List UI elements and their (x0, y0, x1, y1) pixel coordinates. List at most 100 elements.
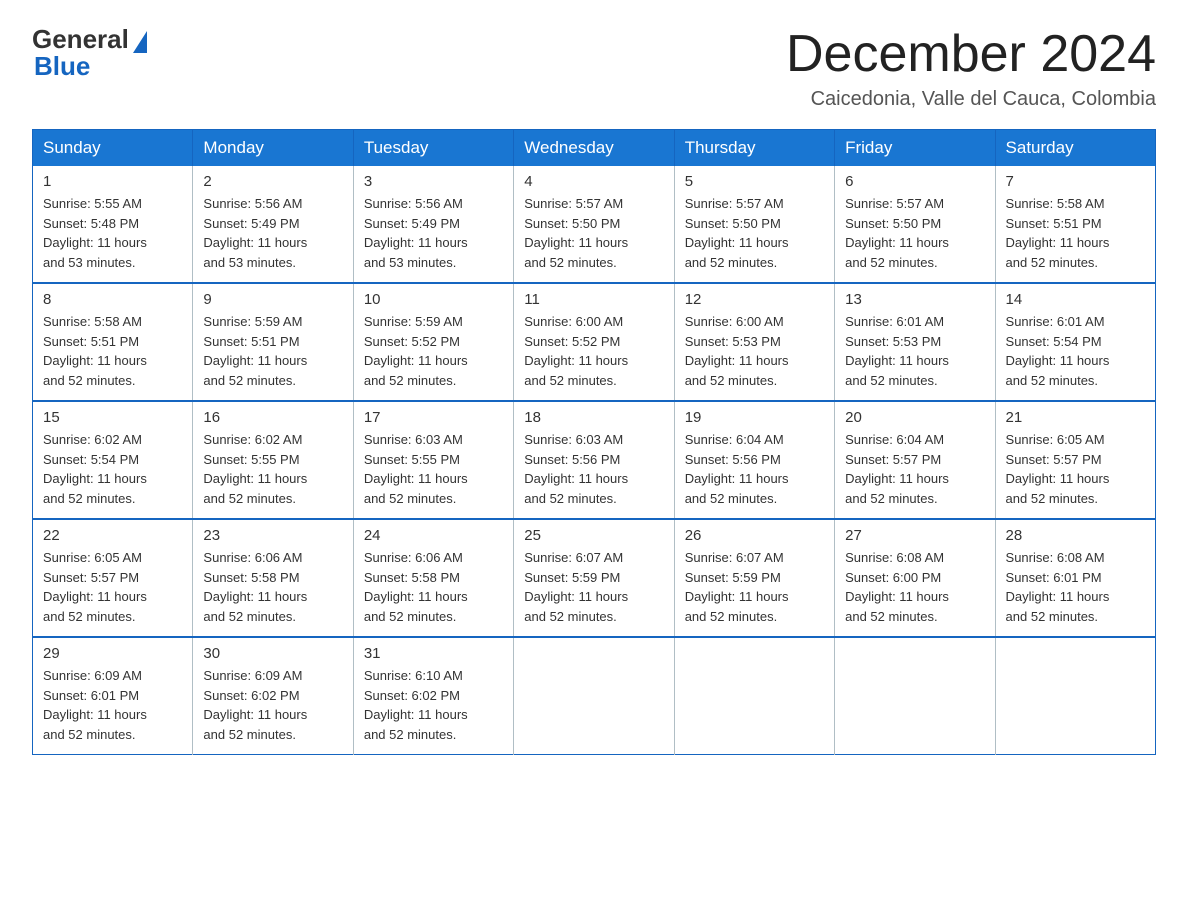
day-info: Sunrise: 5:56 AM Sunset: 5:49 PM Dayligh… (203, 194, 342, 272)
calendar-cell: 15 Sunrise: 6:02 AM Sunset: 5:54 PM Dayl… (33, 401, 193, 519)
day-info: Sunrise: 6:09 AM Sunset: 6:02 PM Dayligh… (203, 666, 342, 744)
day-number: 18 (524, 409, 663, 426)
weekday-header-friday: Friday (835, 130, 995, 167)
calendar-cell: 26 Sunrise: 6:07 AM Sunset: 5:59 PM Dayl… (674, 519, 834, 637)
day-number: 29 (43, 645, 182, 662)
calendar-cell: 16 Sunrise: 6:02 AM Sunset: 5:55 PM Dayl… (193, 401, 353, 519)
day-info: Sunrise: 6:07 AM Sunset: 5:59 PM Dayligh… (685, 548, 824, 626)
day-info: Sunrise: 6:01 AM Sunset: 5:54 PM Dayligh… (1006, 312, 1145, 390)
month-year-title: December 2024 (786, 24, 1156, 84)
day-info: Sunrise: 5:57 AM Sunset: 5:50 PM Dayligh… (524, 194, 663, 272)
day-number: 12 (685, 291, 824, 308)
day-number: 21 (1006, 409, 1145, 426)
day-info: Sunrise: 6:00 AM Sunset: 5:52 PM Dayligh… (524, 312, 663, 390)
day-info: Sunrise: 6:00 AM Sunset: 5:53 PM Dayligh… (685, 312, 824, 390)
calendar-cell (514, 637, 674, 755)
calendar-cell: 28 Sunrise: 6:08 AM Sunset: 6:01 PM Dayl… (995, 519, 1155, 637)
calendar-cell: 4 Sunrise: 5:57 AM Sunset: 5:50 PM Dayli… (514, 166, 674, 283)
calendar-header-row: SundayMondayTuesdayWednesdayThursdayFrid… (33, 130, 1156, 167)
day-info: Sunrise: 6:01 AM Sunset: 5:53 PM Dayligh… (845, 312, 984, 390)
calendar-cell: 30 Sunrise: 6:09 AM Sunset: 6:02 PM Dayl… (193, 637, 353, 755)
day-number: 2 (203, 173, 342, 190)
calendar-cell: 18 Sunrise: 6:03 AM Sunset: 5:56 PM Dayl… (514, 401, 674, 519)
calendar-cell (995, 637, 1155, 755)
day-number: 5 (685, 173, 824, 190)
day-info: Sunrise: 6:08 AM Sunset: 6:01 PM Dayligh… (1006, 548, 1145, 626)
day-info: Sunrise: 6:05 AM Sunset: 5:57 PM Dayligh… (1006, 430, 1145, 508)
calendar-cell: 17 Sunrise: 6:03 AM Sunset: 5:55 PM Dayl… (353, 401, 513, 519)
calendar-cell: 14 Sunrise: 6:01 AM Sunset: 5:54 PM Dayl… (995, 283, 1155, 401)
day-number: 24 (364, 527, 503, 544)
day-number: 8 (43, 291, 182, 308)
page-header: General Blue December 2024 Caicedonia, V… (32, 24, 1156, 111)
day-info: Sunrise: 5:56 AM Sunset: 5:49 PM Dayligh… (364, 194, 503, 272)
day-number: 28 (1006, 527, 1145, 544)
calendar-cell: 5 Sunrise: 5:57 AM Sunset: 5:50 PM Dayli… (674, 166, 834, 283)
weekday-header-wednesday: Wednesday (514, 130, 674, 167)
calendar-cell: 13 Sunrise: 6:01 AM Sunset: 5:53 PM Dayl… (835, 283, 995, 401)
day-info: Sunrise: 5:55 AM Sunset: 5:48 PM Dayligh… (43, 194, 182, 272)
day-info: Sunrise: 5:59 AM Sunset: 5:51 PM Dayligh… (203, 312, 342, 390)
calendar-cell: 8 Sunrise: 5:58 AM Sunset: 5:51 PM Dayli… (33, 283, 193, 401)
day-number: 7 (1006, 173, 1145, 190)
calendar-cell: 25 Sunrise: 6:07 AM Sunset: 5:59 PM Dayl… (514, 519, 674, 637)
calendar-cell: 11 Sunrise: 6:00 AM Sunset: 5:52 PM Dayl… (514, 283, 674, 401)
calendar-cell: 24 Sunrise: 6:06 AM Sunset: 5:58 PM Dayl… (353, 519, 513, 637)
day-number: 1 (43, 173, 182, 190)
day-number: 4 (524, 173, 663, 190)
calendar-cell: 7 Sunrise: 5:58 AM Sunset: 5:51 PM Dayli… (995, 166, 1155, 283)
day-info: Sunrise: 6:02 AM Sunset: 5:55 PM Dayligh… (203, 430, 342, 508)
day-number: 20 (845, 409, 984, 426)
day-number: 3 (364, 173, 503, 190)
weekday-header-saturday: Saturday (995, 130, 1155, 167)
calendar-cell: 23 Sunrise: 6:06 AM Sunset: 5:58 PM Dayl… (193, 519, 353, 637)
day-info: Sunrise: 5:57 AM Sunset: 5:50 PM Dayligh… (845, 194, 984, 272)
calendar-cell: 27 Sunrise: 6:08 AM Sunset: 6:00 PM Dayl… (835, 519, 995, 637)
calendar-table: SundayMondayTuesdayWednesdayThursdayFrid… (32, 129, 1156, 755)
day-number: 16 (203, 409, 342, 426)
day-info: Sunrise: 6:05 AM Sunset: 5:57 PM Dayligh… (43, 548, 182, 626)
day-info: Sunrise: 6:04 AM Sunset: 5:56 PM Dayligh… (685, 430, 824, 508)
location-subtitle: Caicedonia, Valle del Cauca, Colombia (786, 88, 1156, 111)
day-number: 11 (524, 291, 663, 308)
calendar-cell: 19 Sunrise: 6:04 AM Sunset: 5:56 PM Dayl… (674, 401, 834, 519)
weekday-header-thursday: Thursday (674, 130, 834, 167)
day-number: 15 (43, 409, 182, 426)
day-number: 17 (364, 409, 503, 426)
day-info: Sunrise: 6:08 AM Sunset: 6:00 PM Dayligh… (845, 548, 984, 626)
day-number: 22 (43, 527, 182, 544)
day-number: 14 (1006, 291, 1145, 308)
day-number: 10 (364, 291, 503, 308)
day-number: 30 (203, 645, 342, 662)
day-info: Sunrise: 6:02 AM Sunset: 5:54 PM Dayligh… (43, 430, 182, 508)
weekday-header-monday: Monday (193, 130, 353, 167)
calendar-week-row: 15 Sunrise: 6:02 AM Sunset: 5:54 PM Dayl… (33, 401, 1156, 519)
calendar-cell: 2 Sunrise: 5:56 AM Sunset: 5:49 PM Dayli… (193, 166, 353, 283)
calendar-cell (835, 637, 995, 755)
day-number: 31 (364, 645, 503, 662)
day-info: Sunrise: 6:10 AM Sunset: 6:02 PM Dayligh… (364, 666, 503, 744)
day-info: Sunrise: 6:03 AM Sunset: 5:55 PM Dayligh… (364, 430, 503, 508)
calendar-week-row: 8 Sunrise: 5:58 AM Sunset: 5:51 PM Dayli… (33, 283, 1156, 401)
logo: General Blue (32, 24, 147, 82)
day-number: 6 (845, 173, 984, 190)
calendar-week-row: 1 Sunrise: 5:55 AM Sunset: 5:48 PM Dayli… (33, 166, 1156, 283)
day-number: 9 (203, 291, 342, 308)
calendar-week-row: 22 Sunrise: 6:05 AM Sunset: 5:57 PM Dayl… (33, 519, 1156, 637)
day-info: Sunrise: 6:06 AM Sunset: 5:58 PM Dayligh… (203, 548, 342, 626)
weekday-header-sunday: Sunday (33, 130, 193, 167)
day-info: Sunrise: 6:07 AM Sunset: 5:59 PM Dayligh… (524, 548, 663, 626)
day-info: Sunrise: 5:57 AM Sunset: 5:50 PM Dayligh… (685, 194, 824, 272)
day-info: Sunrise: 6:09 AM Sunset: 6:01 PM Dayligh… (43, 666, 182, 744)
title-block: December 2024 Caicedonia, Valle del Cauc… (786, 24, 1156, 111)
day-number: 27 (845, 527, 984, 544)
day-info: Sunrise: 5:58 AM Sunset: 5:51 PM Dayligh… (1006, 194, 1145, 272)
calendar-cell: 6 Sunrise: 5:57 AM Sunset: 5:50 PM Dayli… (835, 166, 995, 283)
logo-blue-text: Blue (34, 51, 90, 82)
day-number: 13 (845, 291, 984, 308)
calendar-cell: 9 Sunrise: 5:59 AM Sunset: 5:51 PM Dayli… (193, 283, 353, 401)
calendar-cell: 20 Sunrise: 6:04 AM Sunset: 5:57 PM Dayl… (835, 401, 995, 519)
day-info: Sunrise: 6:03 AM Sunset: 5:56 PM Dayligh… (524, 430, 663, 508)
calendar-cell: 21 Sunrise: 6:05 AM Sunset: 5:57 PM Dayl… (995, 401, 1155, 519)
day-info: Sunrise: 5:58 AM Sunset: 5:51 PM Dayligh… (43, 312, 182, 390)
